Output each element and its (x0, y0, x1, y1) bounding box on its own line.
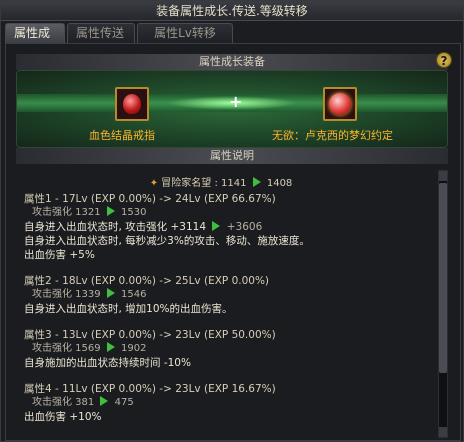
left-item-name: 血色结晶戒指 (89, 129, 155, 142)
effect-line: 自身进入出血状态时, 增加10%的出血伤害。 (24, 303, 233, 315)
scroll-down-button[interactable] (439, 427, 447, 437)
red-crystal-ring-icon (123, 94, 141, 114)
strength-to: 1530 (121, 207, 147, 218)
attribute-block: 属性4 - 11Lv (EXP 0.00%) -> 23Lv (EXP 16.6… (24, 382, 424, 424)
tab-attribute-transfer[interactable]: 属性传送 (67, 23, 135, 43)
strength-to: 1546 (121, 289, 147, 300)
attack-strength-line: 攻击强化 1339 1546 (24, 288, 424, 302)
attribute-title: 属性1 - 17Lv (EXP 0.00%) -> 24Lv (EXP 66.6… (24, 193, 276, 205)
effect-to: +3606 (226, 221, 263, 233)
strength-from: 攻击强化 381 (32, 397, 95, 408)
description-area: 属性说明 ✦ 冒险家名望 : 1141 1408 属性1 - 17Lv (EXP… (16, 148, 448, 438)
attack-strength-line: 攻击强化 1321 1530 (24, 206, 424, 220)
equip-section-header: 属性成长装备 (16, 54, 448, 70)
arrow-right-icon (106, 206, 115, 216)
effect-line: 自身进入出血状态时, 每秒减少3%的攻击、移动、施放速度。 (24, 235, 310, 247)
attribute-block: 属性2 - 18Lv (EXP 0.00%) -> 25Lv (EXP 0.00… (24, 274, 424, 316)
attribute-block: 属性1 - 17Lv (EXP 0.00%) -> 24Lv (EXP 66.6… (24, 192, 424, 262)
arrow-right-icon (252, 177, 261, 187)
strength-to: 475 (114, 397, 134, 408)
tab-attribute-growth[interactable]: 属性成长 (5, 23, 65, 59)
equip-slots-area: + 血色结晶戒指 无欲：卢克西的梦幻约定 (16, 70, 448, 148)
attack-strength-line: 攻击强化 1569 1902 (24, 342, 424, 356)
reputation-star-icon: ✦ (149, 178, 159, 189)
attack-strength-line: 攻击强化 381 475 (24, 396, 424, 410)
arrow-right-icon (100, 396, 109, 406)
main-panel: 属性成长装备 ? + 血色结晶戒指 无欲：卢克西的梦幻约定 属性说明 ✦ 冒险家… (5, 43, 461, 441)
reputation-to: 1408 (266, 178, 293, 189)
strength-from: 攻击强化 1321 (32, 207, 101, 218)
description-scrollbar[interactable] (438, 170, 448, 438)
effect-line: 自身进入出血状态时, 攻击强化 +3114 +3606 (24, 220, 424, 234)
right-item-name: 无欲：卢克西的梦幻约定 (272, 129, 393, 142)
red-orb-icon (329, 93, 351, 115)
tab-attribute-lv-transfer[interactable]: 属性Lv转移 (137, 23, 233, 43)
scroll-thumb[interactable] (439, 183, 447, 373)
plus-icon: + (229, 92, 243, 111)
effect-text: 自身进入出血状态时, 攻击强化 +3114 (24, 221, 207, 233)
left-item-slot[interactable] (115, 87, 149, 121)
arrow-right-icon (106, 288, 115, 298)
attribute-title: 属性4 - 11Lv (EXP 0.00%) -> 23Lv (EXP 16.6… (24, 383, 276, 395)
attribute-title: 属性2 - 18Lv (EXP 0.00%) -> 25Lv (EXP 0.00… (24, 275, 270, 287)
tab-bar: 属性成长 属性传送 属性Lv转移 (5, 23, 233, 59)
reputation-label: 冒险家名望 : 1141 (161, 178, 247, 189)
effect-line: 出血伤害 +5% (24, 249, 95, 261)
effect-line: 出血伤害 +10% (24, 411, 102, 423)
strength-from: 攻击强化 1339 (32, 289, 101, 300)
attribute-block: 属性3 - 13Lv (EXP 0.00%) -> 23Lv (EXP 50.0… (24, 328, 424, 370)
strength-from: 攻击强化 1569 (32, 343, 101, 354)
desc-section-header: 属性说明 (16, 148, 448, 164)
equipment-growth-window: 装备属性成长.传送.等级转移 属性成长 属性传送 属性Lv转移 属性成长装备 ?… (0, 0, 464, 442)
scroll-up-button[interactable] (439, 171, 447, 181)
help-icon[interactable]: ? (436, 52, 452, 68)
attribute-list: 属性1 - 17Lv (EXP 0.00%) -> 24Lv (EXP 66.6… (24, 192, 424, 438)
strength-to: 1902 (121, 343, 147, 354)
reputation-line: ✦ 冒险家名望 : 1141 1408 (16, 174, 426, 189)
effect-line: 自身施加的出血状态持续时间 -10% (24, 357, 191, 369)
arrow-right-icon (212, 221, 221, 231)
arrow-right-icon (106, 342, 115, 352)
attribute-title: 属性3 - 13Lv (EXP 0.00%) -> 23Lv (EXP 50.0… (24, 329, 276, 341)
window-title: 装备属性成长.传送.等级转移 (1, 1, 463, 21)
right-item-slot[interactable] (323, 87, 357, 121)
